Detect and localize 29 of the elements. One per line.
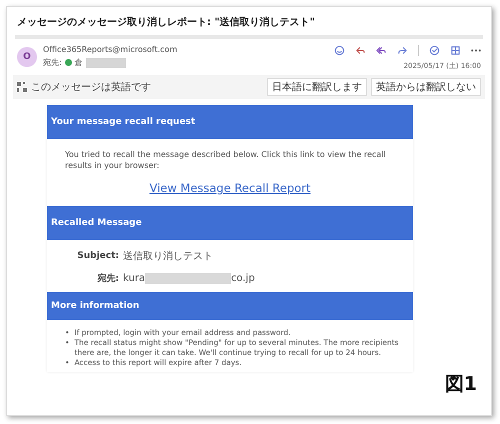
sender-address: Office365Reports@microsoft.com xyxy=(43,45,178,54)
check-circle-icon[interactable] xyxy=(429,45,440,56)
section-heading: Your message recall request xyxy=(47,105,413,139)
field-value: co.jp xyxy=(231,273,255,284)
section-heading: Recalled Message xyxy=(47,206,413,240)
reply-icon[interactable] xyxy=(355,45,366,56)
translate-icon xyxy=(17,82,27,92)
window-title: メッセージのメッセージ取り消しレポート: "送信取り消しテスト" xyxy=(16,16,316,30)
smiley-icon[interactable] xyxy=(334,45,345,56)
recipient-label: 宛先: xyxy=(43,57,62,68)
section-heading: More information xyxy=(47,292,413,320)
field-label: Subject: xyxy=(76,251,119,261)
intro-text: You tried to recall the message described below. Click this link to view the recall results in your browser: xyxy=(64,149,387,172)
recipient-name: 倉 xyxy=(74,57,83,68)
translate-button[interactable]: 英語からは翻訳しない xyxy=(371,78,481,96)
translation-notice: このメッセージは英語です xyxy=(31,80,152,94)
redaction-bar xyxy=(86,58,126,68)
grid-icon[interactable] xyxy=(450,45,461,56)
field-label: 宛先: xyxy=(96,272,119,285)
recall-report-link[interactable]: View Message Recall Report xyxy=(149,181,311,195)
forward-icon[interactable] xyxy=(397,45,408,56)
presence-dot xyxy=(64,59,72,66)
field-value: kura xyxy=(123,273,146,284)
reply-all-icon[interactable] xyxy=(376,45,387,56)
more-icon[interactable] xyxy=(471,49,481,52)
avatar: O xyxy=(17,47,37,67)
figure-label: 図1 xyxy=(444,372,477,397)
field-value: 送信取り消しテスト xyxy=(123,250,213,263)
translate-button[interactable]: 日本語に翻訳します xyxy=(267,78,367,96)
